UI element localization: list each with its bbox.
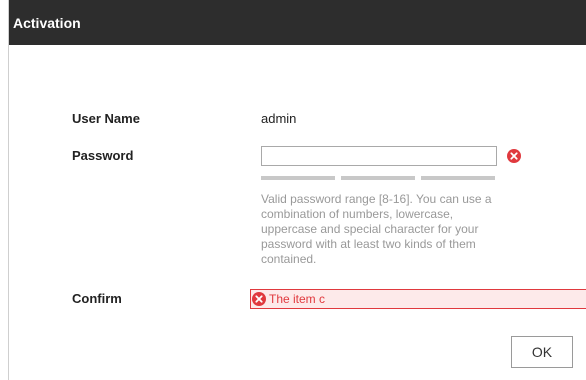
password-strength-bar-weak bbox=[261, 176, 335, 180]
password-hint: Valid password range [8-16]. You can use… bbox=[261, 192, 492, 266]
username-value: admin bbox=[261, 111, 297, 126]
dialog-title-bar: Activation bbox=[9, 0, 586, 45]
confirm-error-icon bbox=[252, 292, 266, 306]
password-strength-bar-medium bbox=[341, 176, 415, 180]
confirm-error-text: The item c bbox=[269, 292, 326, 306]
username-label: User Name bbox=[72, 111, 140, 126]
confirm-error-tooltip: The item c bbox=[250, 289, 586, 309]
password-label: Password bbox=[72, 148, 134, 163]
password-input[interactable] bbox=[261, 146, 497, 166]
password-strength-bar-strong bbox=[421, 176, 495, 180]
ok-button[interactable]: OK bbox=[511, 336, 573, 368]
confirm-label: Confirm bbox=[72, 291, 122, 306]
activation-dialog: Activation User Name admin Password Vali… bbox=[8, 0, 586, 380]
password-error-icon bbox=[507, 149, 521, 163]
dialog-title: Activation bbox=[13, 15, 81, 31]
